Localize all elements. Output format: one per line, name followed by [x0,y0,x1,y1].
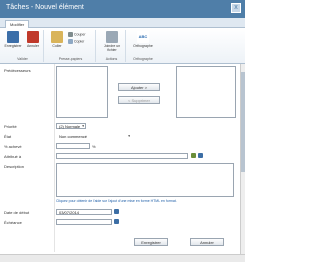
copy-icon [68,39,73,44]
window-title: Tâches - Nouvel élément [6,4,84,11]
scrollbar-thumb[interactable] [241,72,245,172]
save-button[interactable]: Enregistrer [2,31,24,48]
copy-button[interactable]: Copier [68,39,84,44]
address-book-icon[interactable] [198,153,203,158]
ribbon-group-label: Actions [105,57,118,61]
vertical-scrollbar[interactable] [240,64,245,254]
ribbon-group-validate: Enregistrer Annuler Valider [2,30,44,62]
save-icon [7,31,19,43]
cut-icon [68,32,73,37]
priority-select[interactable]: (2) Normale ▾ [56,123,86,129]
ribbon-group-label: Valider [17,57,28,61]
description-help-link[interactable]: Cliquez pour obtenir de l'aide sur l'ajo… [56,199,177,203]
assigned-to-label: Attribué à [4,154,22,159]
calendar-icon[interactable] [114,219,119,224]
percent-complete-input[interactable] [56,143,90,149]
priority-label: Priorité [4,124,17,129]
assigned-to-input[interactable] [56,153,188,159]
cut-button-label: Couper [74,32,86,37]
chevron-down-icon: ▾ [128,134,130,138]
add-predecessor-button[interactable]: Ajouter > [118,83,160,91]
paste-button[interactable]: Coller [46,31,68,48]
cancel-icon [27,31,39,43]
cancel-button-label: Annuler [26,44,40,48]
predecessors-selected-list[interactable] [176,66,236,118]
ribbon-group-actions: Joindre un fichier Actions [98,30,126,62]
calendar-icon[interactable] [114,209,119,214]
start-date-label: Date de début [4,210,30,215]
start-date-input[interactable]: 03/07/2014 [56,209,112,215]
predecessors-label: Prédécesseurs [4,68,31,73]
priority-value: (2) Normale [59,124,81,129]
task-form: Prédécesseurs Ajouter > < Supprimer Prio… [0,64,245,262]
people-picker-icon[interactable] [191,153,196,158]
attach-file-button[interactable]: Joindre un fichier [101,31,123,52]
ribbon-group-label: Presse-papiers [58,57,83,61]
copy-button-label: Copier [74,39,85,44]
status-select[interactable]: Non commencé ▾ [56,133,132,139]
description-textarea[interactable] [56,163,234,197]
due-date-label: Échéance [4,220,22,225]
description-label: Description [4,164,25,169]
predecessors-available-list[interactable] [56,66,108,118]
ribbon-group-label: Orthographe [133,57,153,61]
percent-suffix: % [92,144,96,149]
form-cancel-button[interactable]: Annuler [190,238,224,246]
attach-icon [106,31,118,43]
status-label: État [4,134,12,139]
cut-button[interactable]: Couper [68,32,85,37]
remove-predecessor-button[interactable]: < Supprimer [118,96,160,104]
save-button-label: Enregistrer [4,44,22,48]
close-icon[interactable]: x [231,3,241,13]
form-save-button[interactable]: Enregistrer [134,238,168,246]
ribbon-group-clipboard: Coller Couper Copier Presse-papiers [46,30,96,62]
percent-complete-label: % achevé [4,144,22,149]
attach-button-label: Joindre un fichier [103,44,121,52]
cancel-button[interactable]: Annuler [22,31,44,48]
paste-icon [51,31,63,43]
title-bar: Tâches - Nouvel élément x [0,0,245,18]
spelling-button-label: Orthographe [133,44,153,48]
chevron-down-icon: ▾ [82,124,84,128]
paste-button-label: Coller [52,44,62,48]
status-value: Non commencé [59,134,88,139]
due-date-input[interactable] [56,219,112,225]
status-bar [0,254,245,262]
label-column-divider [54,64,55,252]
ribbon-group-spelling: ABC Orthographe Orthographe [128,30,158,62]
spelling-button[interactable]: ABC Orthographe [132,31,154,48]
ribbon: Enregistrer Annuler Valider Coller Coupe… [0,28,245,64]
spelling-icon: ABC [137,31,149,43]
ribbon-tab-row: Modifier [0,18,245,29]
